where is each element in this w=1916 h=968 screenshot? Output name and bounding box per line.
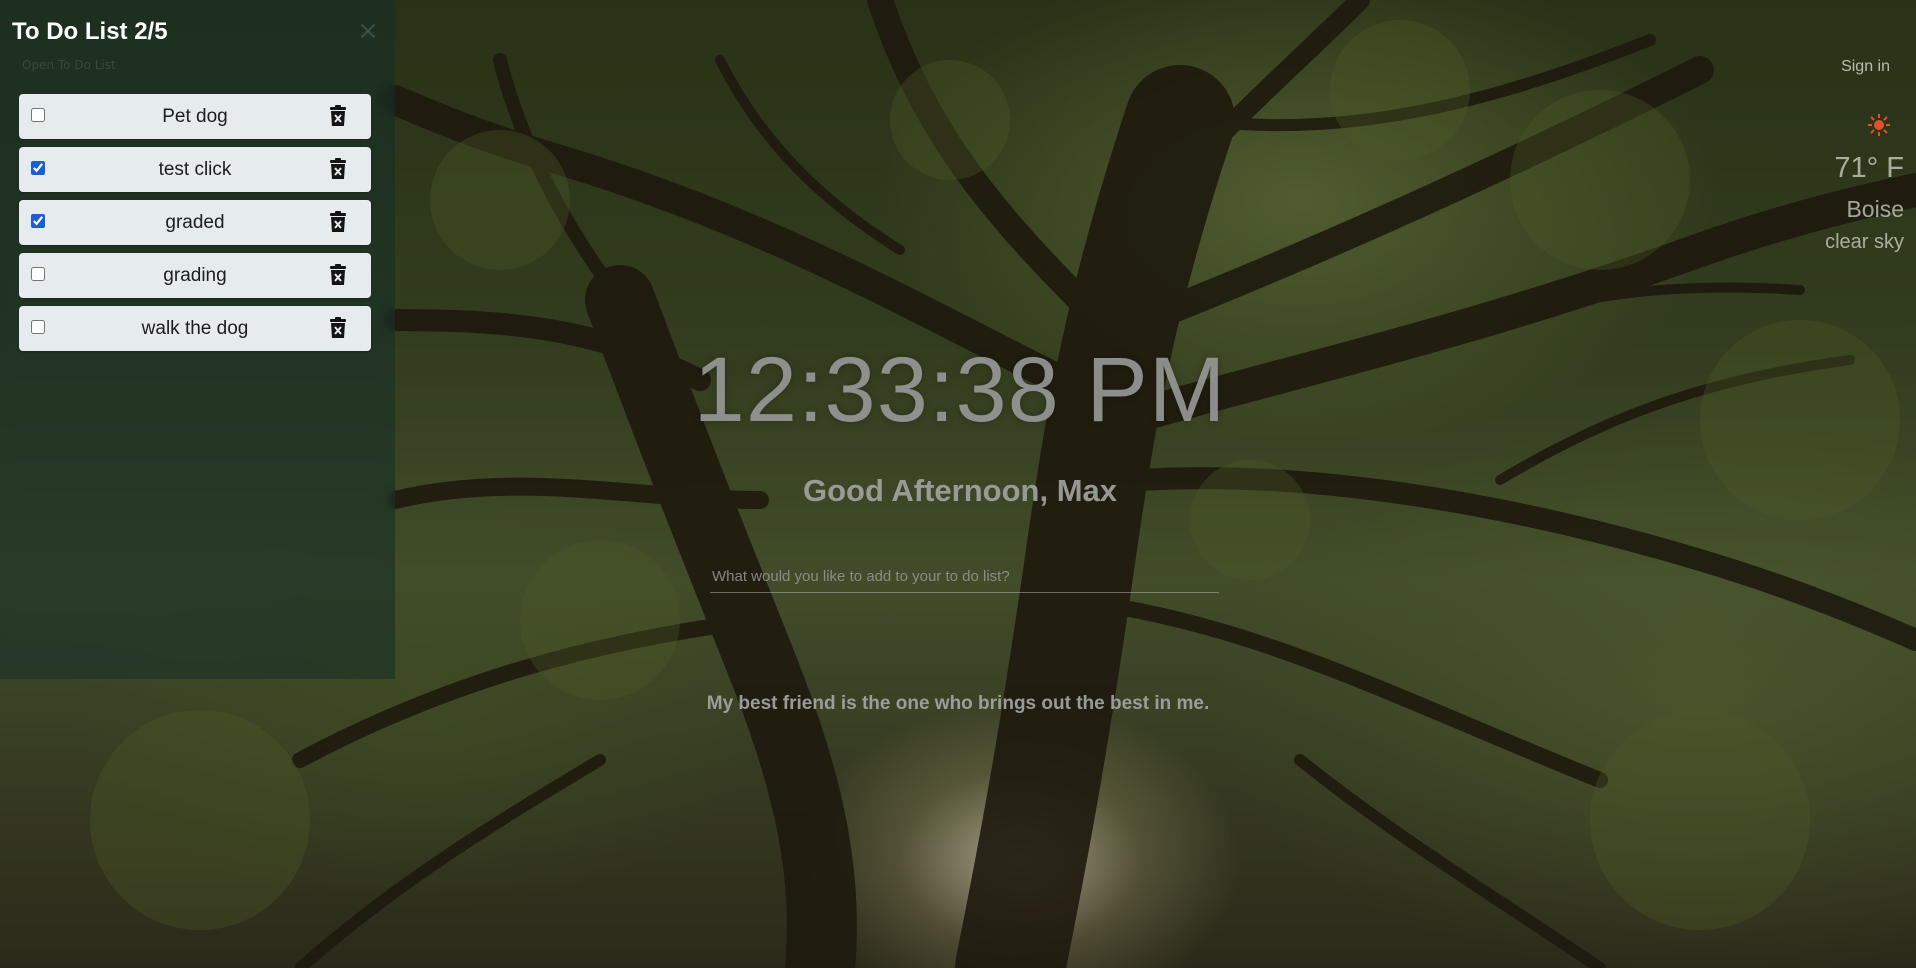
todo-checkbox[interactable] <box>31 161 45 175</box>
todo-panel: To Do List 2/5 × Open To Do List Pet dog… <box>0 0 395 679</box>
todo-item: grading <box>19 253 371 298</box>
todo-item-label: Pet dog <box>162 106 228 127</box>
sign-in-link[interactable]: Sign in <box>1841 58 1890 76</box>
todo-checkbox[interactable] <box>31 267 45 281</box>
todo-item-label: graded <box>165 212 225 233</box>
clock: 12:33:38 PM <box>693 339 1227 441</box>
weather-description: clear sky <box>1825 231 1904 253</box>
quote: My best friend is the one who brings out… <box>706 693 1210 714</box>
weather-city: Boise <box>1846 196 1904 222</box>
todo-item: test click <box>19 147 371 192</box>
sun-icon <box>1868 114 1890 136</box>
todo-subtitle: Open To Do List <box>22 58 116 72</box>
trash-x-icon[interactable] <box>329 264 347 286</box>
trash-x-icon[interactable] <box>329 211 347 233</box>
todo-checkbox[interactable] <box>31 108 45 122</box>
trash-x-icon[interactable] <box>329 317 347 339</box>
trash-x-icon[interactable] <box>329 105 347 127</box>
greeting: Good Afternoon, Max <box>803 473 1117 508</box>
todo-title: To Do List 2/5 <box>12 18 168 45</box>
todo-item: walk the dog <box>19 306 371 351</box>
todo-item-label: grading <box>163 265 227 286</box>
todo-checkbox[interactable] <box>31 320 45 334</box>
todo-checkbox[interactable] <box>31 214 45 228</box>
todo-item: Pet dog <box>19 94 371 139</box>
todo-item: graded <box>19 200 371 245</box>
weather-temperature: 71° F <box>1834 152 1904 184</box>
todo-item-label: walk the dog <box>141 318 249 339</box>
trash-x-icon[interactable] <box>329 158 347 180</box>
todo-item-label: test click <box>158 159 232 180</box>
add-todo-input[interactable] <box>710 560 1219 593</box>
close-icon[interactable]: × <box>357 18 379 44</box>
